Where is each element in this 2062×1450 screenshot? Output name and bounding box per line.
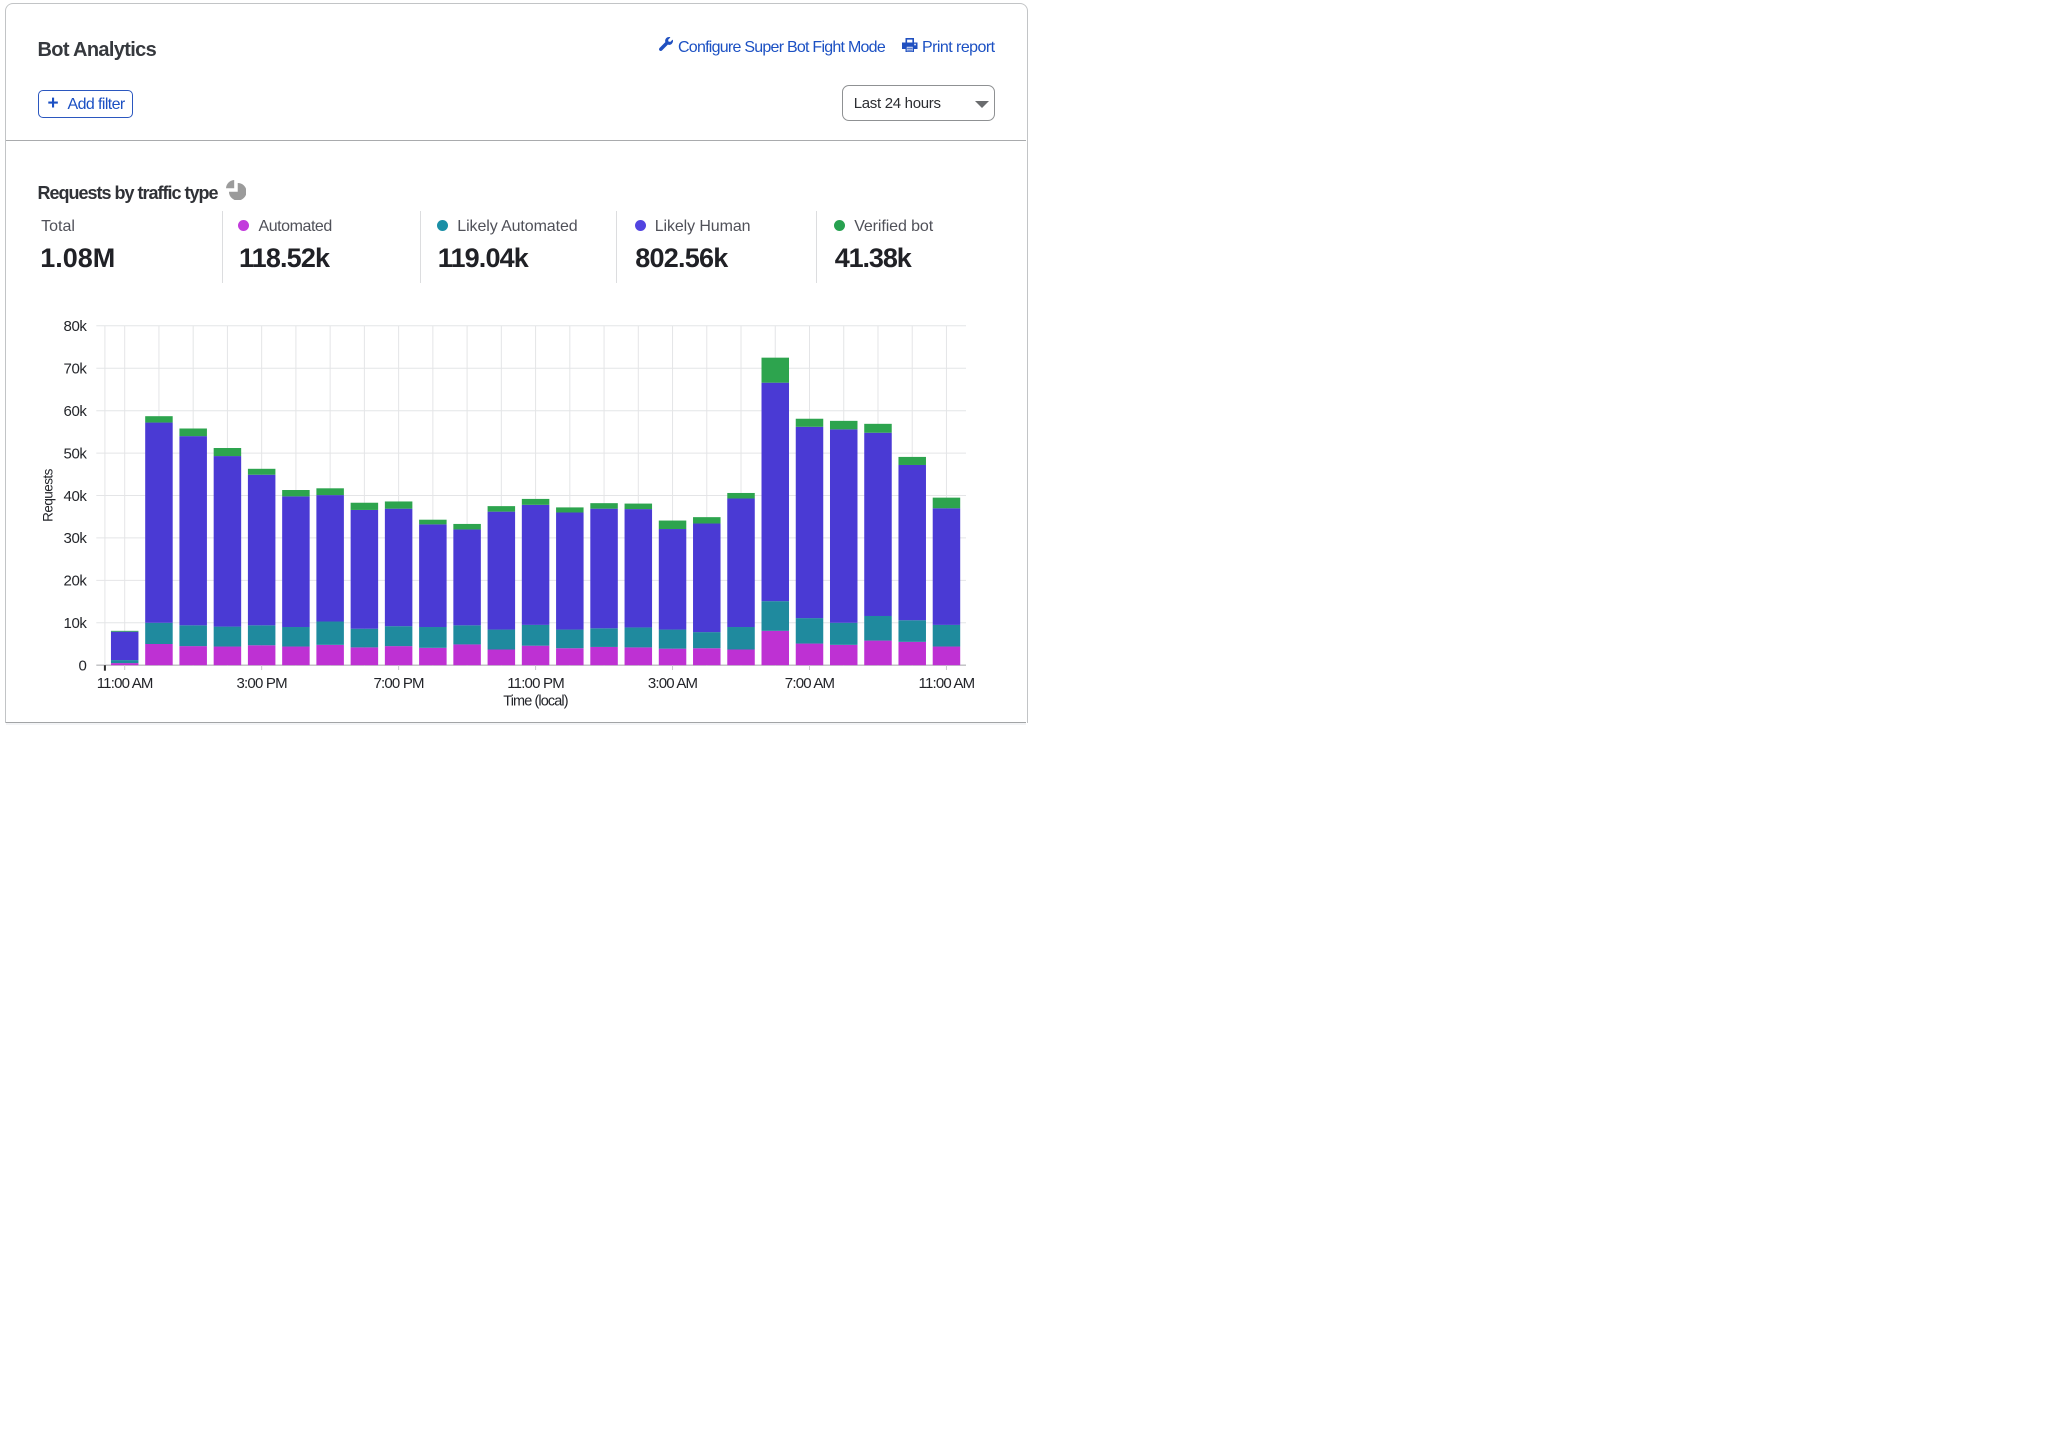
svg-text:7:00 PM: 7:00 PM	[373, 675, 424, 692]
svg-text:3:00 AM: 3:00 AM	[648, 675, 698, 692]
svg-text:Time (local): Time (local)	[503, 694, 567, 710]
svg-text:80k: 80k	[64, 318, 88, 335]
svg-text:7:00 AM: 7:00 AM	[785, 675, 835, 692]
svg-text:11:00 AM: 11:00 AM	[919, 675, 975, 692]
svg-text:30k: 30k	[64, 530, 88, 547]
svg-text:0: 0	[79, 658, 87, 675]
svg-text:70k: 70k	[64, 361, 88, 378]
svg-text:11:00 PM: 11:00 PM	[507, 675, 564, 692]
svg-text:50k: 50k	[64, 445, 88, 462]
svg-text:11:00 AM: 11:00 AM	[97, 675, 153, 692]
svg-text:10k: 10k	[64, 615, 88, 632]
svg-text:20k: 20k	[64, 573, 88, 590]
svg-text:40k: 40k	[64, 488, 88, 505]
svg-text:3:00 PM: 3:00 PM	[237, 675, 288, 692]
svg-text:Requests: Requests	[41, 468, 56, 521]
svg-text:60k: 60k	[64, 403, 88, 420]
